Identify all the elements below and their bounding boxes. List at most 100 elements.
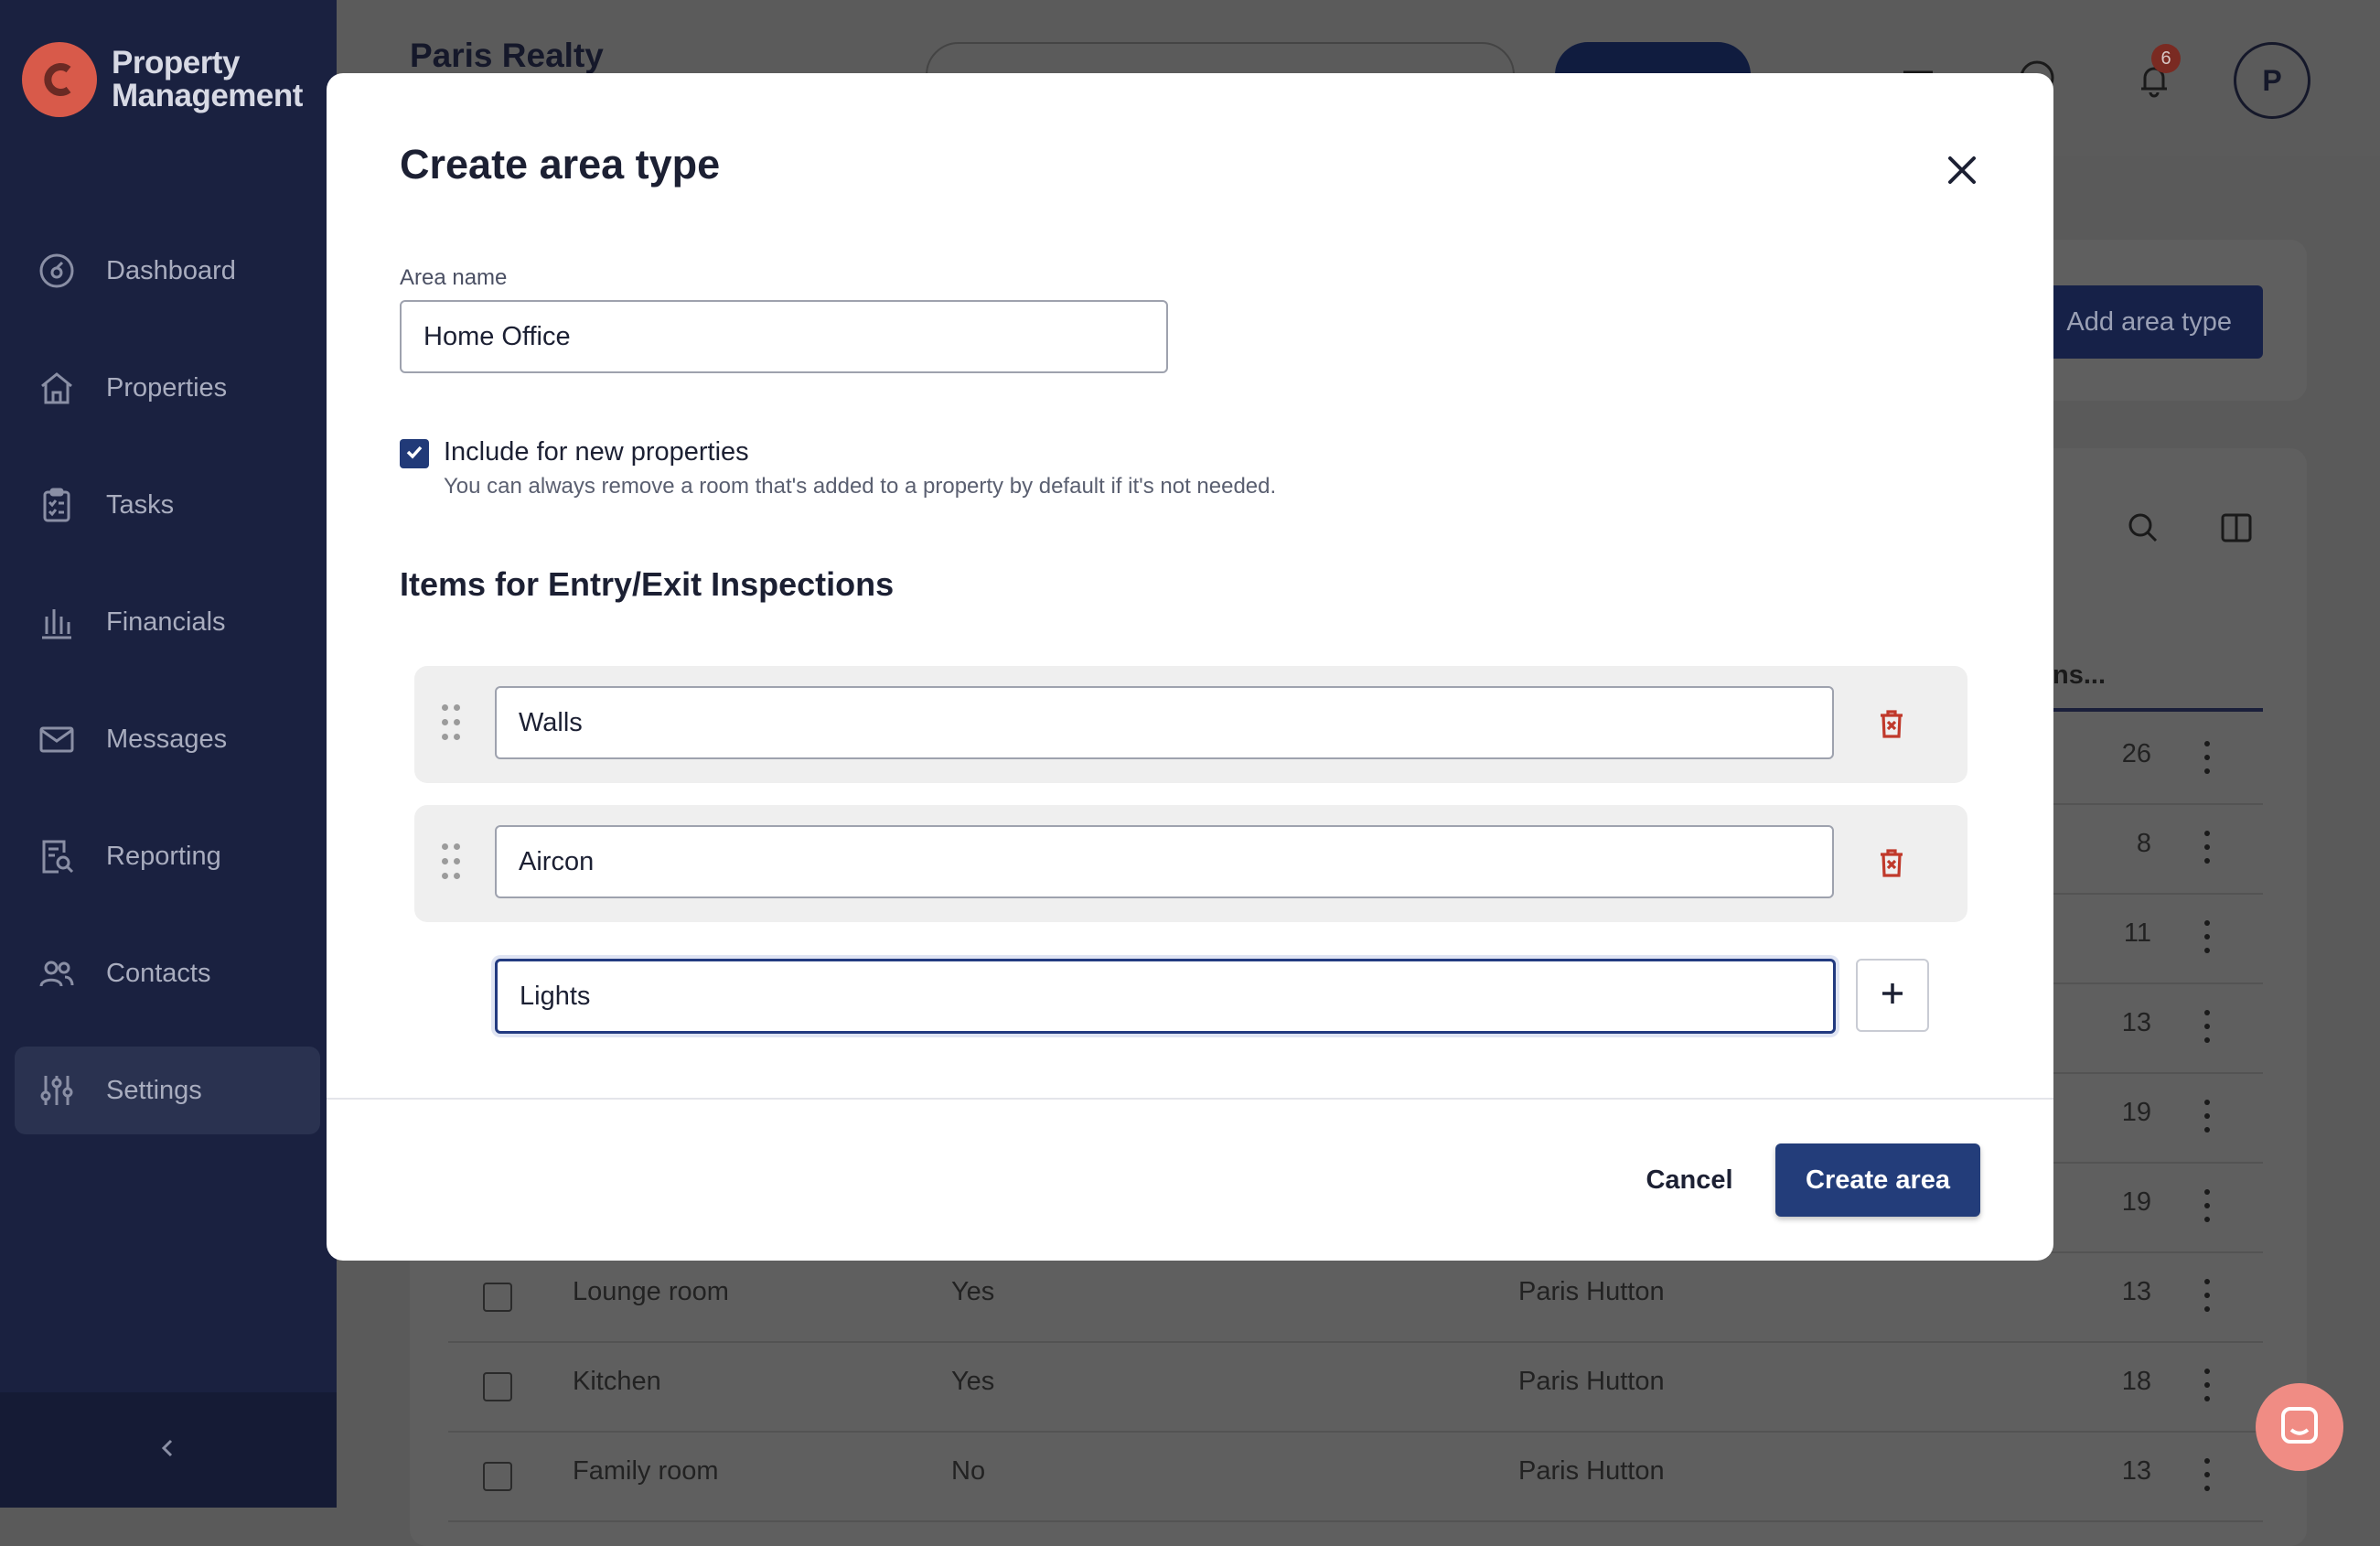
trash-icon bbox=[1878, 708, 1905, 744]
sidebar-item-label: Properties bbox=[106, 372, 228, 403]
row-included: Yes bbox=[951, 1277, 995, 1306]
include-new-properties-checkbox[interactable] bbox=[400, 439, 429, 468]
row-menu-icon[interactable] bbox=[2203, 1189, 2212, 1222]
sidebar-item-settings[interactable]: Settings bbox=[15, 1047, 320, 1134]
row-item-count: 26 bbox=[2121, 739, 2151, 768]
new-item-input[interactable] bbox=[495, 959, 1836, 1034]
row-menu-icon[interactable] bbox=[2203, 1458, 2212, 1491]
row-menu-icon[interactable] bbox=[2203, 920, 2212, 953]
items-section-title: Items for Entry/Exit Inspections bbox=[400, 565, 895, 603]
inspection-item-input[interactable] bbox=[495, 686, 1834, 759]
sidebar-item-label: Settings bbox=[106, 1075, 202, 1105]
row-owner: Paris Hutton bbox=[1518, 1367, 1665, 1396]
add-area-type-label: Add area type bbox=[2066, 306, 2232, 337]
sidebar-item-properties[interactable]: Properties bbox=[15, 344, 320, 432]
user-avatar[interactable]: P bbox=[2234, 42, 2310, 119]
sidebar-item-label: Reporting bbox=[106, 841, 221, 871]
mail-icon bbox=[37, 719, 77, 759]
chat-launcher-button[interactable] bbox=[2256, 1383, 2343, 1471]
row-item-count: 13 bbox=[2121, 1008, 2151, 1037]
sidebar-item-label: Messages bbox=[106, 724, 228, 754]
add-area-type-button[interactable]: Add area type bbox=[2036, 285, 2263, 359]
columns-icon[interactable] bbox=[2214, 505, 2259, 551]
row-item-count: 13 bbox=[2121, 1277, 2151, 1306]
company-name: Paris Realty bbox=[410, 37, 604, 74]
row-checkbox[interactable] bbox=[483, 1372, 512, 1401]
table-row[interactable]: Kitchen Yes Paris Hutton 18 bbox=[448, 1341, 2263, 1433]
column-header-underline bbox=[2045, 708, 2263, 712]
row-menu-icon[interactable] bbox=[2203, 831, 2212, 864]
row-included: Yes bbox=[951, 1367, 995, 1396]
search-icon[interactable] bbox=[2120, 505, 2166, 551]
row-menu-icon[interactable] bbox=[2203, 1100, 2212, 1133]
row-item-count: 11 bbox=[2123, 918, 2151, 948]
table-row[interactable]: Lounge room Yes Paris Hutton 13 bbox=[448, 1251, 2263, 1343]
sidebar-item-label: Tasks bbox=[106, 489, 175, 520]
inspection-item-row bbox=[414, 805, 1967, 922]
row-checkbox[interactable] bbox=[483, 1283, 512, 1312]
inspection-item-row bbox=[414, 666, 1967, 783]
sidebar-item-label: Financials bbox=[106, 607, 226, 637]
row-checkbox[interactable] bbox=[483, 1462, 512, 1491]
drag-handle-icon[interactable] bbox=[442, 704, 460, 745]
sidebar-item-financials[interactable]: Financials bbox=[15, 578, 320, 666]
trash-icon bbox=[1878, 847, 1905, 883]
sliders-icon bbox=[37, 1070, 77, 1111]
delete-item-button[interactable] bbox=[1869, 703, 1914, 748]
row-menu-icon[interactable] bbox=[2203, 1279, 2212, 1312]
sidebar-item-messages[interactable]: Messages bbox=[15, 695, 320, 783]
logo-line-2: Management bbox=[112, 78, 303, 113]
row-menu-icon[interactable] bbox=[2203, 1010, 2212, 1043]
area-name-input[interactable] bbox=[400, 300, 1168, 373]
row-included: No bbox=[951, 1456, 986, 1486]
sidebar-item-reporting[interactable]: Reporting bbox=[15, 812, 320, 900]
add-item-button[interactable] bbox=[1856, 959, 1929, 1032]
row-item-count: 8 bbox=[2136, 829, 2151, 858]
chevron-left-icon bbox=[157, 1437, 179, 1464]
row-menu-icon[interactable] bbox=[2203, 741, 2212, 774]
create-area-button[interactable]: Create area bbox=[1775, 1143, 1980, 1217]
row-name: Family room bbox=[573, 1456, 719, 1486]
users-icon bbox=[37, 953, 77, 993]
bank-icon bbox=[37, 602, 77, 642]
logo-text: Property Management bbox=[112, 47, 303, 113]
notification-badge: 6 bbox=[2151, 44, 2181, 73]
row-item-count: 13 bbox=[2121, 1456, 2151, 1486]
sidebar-item-label: Contacts bbox=[106, 958, 211, 988]
delete-item-button[interactable] bbox=[1869, 842, 1914, 887]
sidebar-item-contacts[interactable]: Contacts bbox=[15, 929, 320, 1017]
include-new-properties-help: You can always remove a room that's adde… bbox=[444, 474, 1277, 499]
sidebar-item-tasks[interactable]: Tasks bbox=[15, 461, 320, 549]
plus-icon bbox=[1881, 982, 1904, 1010]
include-new-properties-label[interactable]: Include for new properties bbox=[444, 437, 749, 467]
clipboard-icon bbox=[37, 485, 77, 525]
checkmark-icon bbox=[404, 442, 424, 467]
logo-mark-icon bbox=[22, 42, 97, 117]
close-dialog-button[interactable] bbox=[1935, 145, 1989, 199]
sidebar: Property Management Dashboard Properties… bbox=[0, 0, 337, 1508]
row-owner: Paris Hutton bbox=[1518, 1277, 1665, 1306]
column-header-inspections[interactable]: ns... bbox=[2053, 660, 2106, 691]
row-item-count: 19 bbox=[2121, 1098, 2151, 1127]
cancel-button[interactable]: Cancel bbox=[1603, 1143, 1775, 1217]
row-menu-icon[interactable] bbox=[2203, 1369, 2212, 1401]
report-search-icon bbox=[37, 836, 77, 876]
row-item-count: 18 bbox=[2121, 1367, 2151, 1396]
create-area-type-dialog: Create area type Area name Include for n… bbox=[327, 73, 2053, 1261]
sidebar-item-dashboard[interactable]: Dashboard bbox=[15, 227, 320, 315]
row-name: Lounge room bbox=[573, 1277, 729, 1306]
close-icon bbox=[1946, 155, 1978, 190]
inspection-item-input[interactable] bbox=[495, 825, 1834, 898]
dialog-title: Create area type bbox=[400, 141, 721, 188]
chat-icon bbox=[2278, 1404, 2321, 1451]
drag-handle-icon[interactable] bbox=[442, 843, 460, 884]
logo-line-1: Property bbox=[112, 45, 240, 81]
app-logo[interactable]: Property Management bbox=[22, 42, 303, 117]
row-item-count: 19 bbox=[2121, 1187, 2151, 1217]
home-icon bbox=[37, 368, 77, 408]
dialog-footer-divider bbox=[327, 1098, 2053, 1100]
row-owner: Paris Hutton bbox=[1518, 1456, 1665, 1486]
table-row[interactable]: Family room No Paris Hutton 13 bbox=[448, 1431, 2263, 1522]
collapse-sidebar-button[interactable] bbox=[0, 1392, 337, 1508]
row-name: Kitchen bbox=[573, 1367, 661, 1396]
